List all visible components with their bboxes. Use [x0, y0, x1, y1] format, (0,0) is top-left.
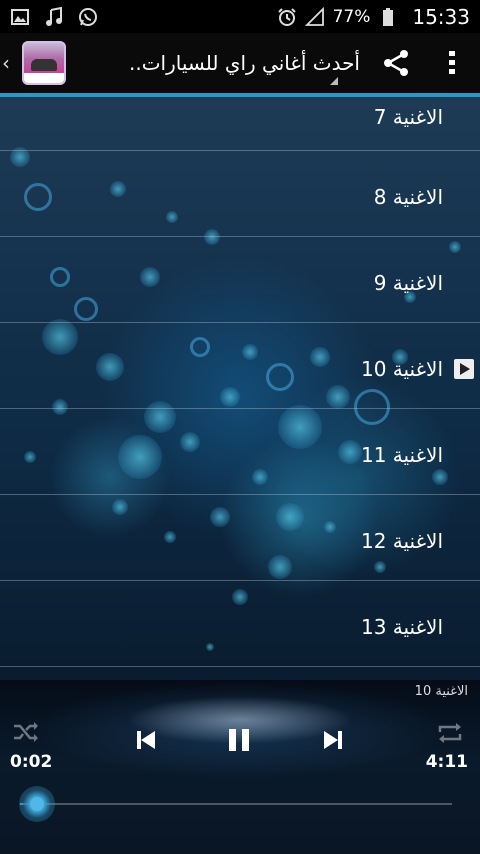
song-row[interactable]: الاغنية 7 — [0, 97, 480, 151]
alarm-icon — [277, 7, 297, 27]
signal-icon — [304, 6, 325, 27]
share-icon — [384, 50, 408, 76]
pause-button[interactable] — [226, 727, 252, 753]
status-bar: 77% 15:33 — [0, 0, 480, 33]
overflow-menu-button[interactable] — [424, 33, 480, 93]
dropdown-triangle-icon — [330, 77, 338, 85]
song-list: الاغنية 7 الاغنية 8 الاغنية 9 الاغنية 10 الا… — [0, 97, 480, 667]
seek-bar[interactable] — [20, 803, 452, 805]
song-label: الاغنية 8 — [373, 185, 443, 209]
app-icon[interactable] — [22, 41, 66, 85]
song-row[interactable]: الاغنية 11 — [0, 409, 480, 495]
song-row[interactable]: الاغنية 13 — [0, 581, 480, 667]
previous-icon — [137, 731, 155, 749]
song-row[interactable]: الاغنية 10 — [0, 323, 480, 409]
share-button[interactable] — [368, 33, 424, 93]
song-label: الاغنية 9 — [373, 271, 443, 295]
chevron-left-icon[interactable]: ‹ — [2, 51, 16, 75]
shuffle-icon — [14, 722, 38, 742]
song-row[interactable]: الاغنية 12 — [0, 495, 480, 581]
player-bar: الاغنية 10 0:02 4:11 — [0, 680, 480, 854]
battery-percent: 77% — [332, 6, 371, 27]
gallery-icon — [10, 7, 30, 27]
song-label: الاغنية 10 — [360, 357, 443, 381]
next-icon — [324, 731, 342, 749]
next-button[interactable] — [321, 728, 345, 752]
action-bar: ‹ أحدث أغاني راي للسيارات.. — [0, 33, 480, 97]
song-row[interactable]: الاغنية 8 — [0, 151, 480, 237]
page-title: أحدث أغاني راي للسيارات.. — [129, 51, 360, 75]
whatsapp-icon — [78, 7, 98, 27]
seek-thumb[interactable] — [19, 786, 56, 822]
total-time: 4:11 — [425, 752, 468, 772]
repeat-button[interactable] — [436, 720, 464, 746]
song-label: الاغنية 11 — [360, 443, 443, 467]
overflow-menu-icon — [449, 51, 455, 74]
repeat-icon — [438, 723, 462, 743]
battery-icon — [378, 7, 398, 27]
song-label: الاغنية 7 — [373, 105, 443, 129]
song-list-panel[interactable]: الاغنية 7 الاغنية 8 الاغنية 9 الاغنية 10 الا… — [0, 97, 480, 680]
song-row[interactable]: الاغنية 9 — [0, 237, 480, 323]
previous-button[interactable] — [134, 728, 158, 752]
song-label: الاغنية 12 — [360, 529, 443, 553]
now-playing-title: الاغنية 10 — [414, 684, 468, 699]
title-spinner[interactable]: أحدث أغاني راي للسيارات.. — [66, 33, 368, 93]
music-note-icon — [44, 6, 64, 27]
shuffle-button[interactable] — [12, 718, 40, 746]
pause-icon — [229, 729, 249, 751]
current-time: 0:02 — [10, 752, 53, 772]
song-label: الاغنية 13 — [360, 615, 443, 639]
clock: 15:33 — [412, 4, 470, 29]
now-playing-icon — [454, 359, 474, 379]
